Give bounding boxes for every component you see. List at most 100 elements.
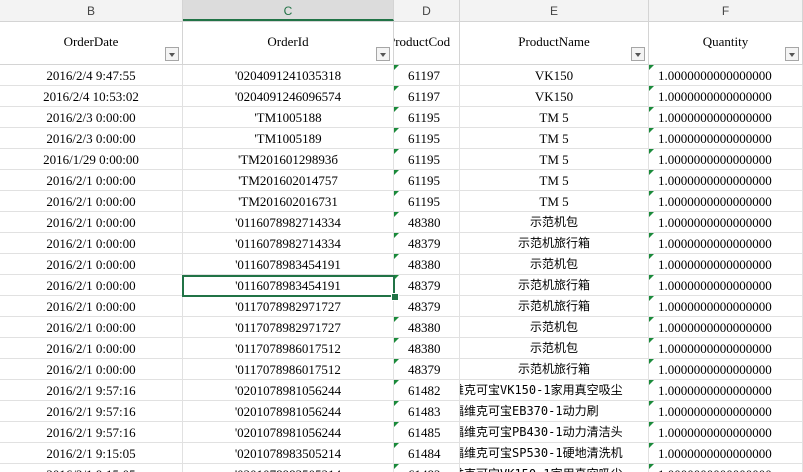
product-name-cell[interactable]: 福维克可宝SP530-1硬地清洗机 bbox=[460, 443, 649, 464]
order-id-cell[interactable]: '0117078982971727 bbox=[183, 296, 394, 317]
product-name-cell[interactable]: 示范机旅行箱 bbox=[460, 233, 649, 254]
quantity-cell[interactable]: 1.0000000000000000 bbox=[649, 233, 803, 254]
order-id-cell[interactable]: '0116078983454191 bbox=[183, 275, 394, 296]
product-code-cell[interactable]: 61485 bbox=[394, 422, 460, 443]
quantity-cell[interactable]: 1.0000000000000000 bbox=[649, 212, 803, 233]
quantity-cell[interactable]: 1.0000000000000000 bbox=[649, 443, 803, 464]
order-id-cell[interactable]: '0201078981056244 bbox=[183, 380, 394, 401]
product-name-cell[interactable]: TM 5 bbox=[460, 191, 649, 212]
quantity-cell[interactable]: 1.0000000000000000 bbox=[649, 170, 803, 191]
quantity-cell[interactable]: 1.0000000000000000 bbox=[649, 296, 803, 317]
order-id-cell[interactable]: '0201078983505214 bbox=[183, 464, 394, 472]
quantity-cell[interactable]: 1.0000000000000000 bbox=[649, 359, 803, 380]
order-id-cell[interactable]: 'TM1005189 bbox=[183, 128, 394, 149]
product-code-cell[interactable]: 61195 bbox=[394, 149, 460, 170]
column-letter-d[interactable]: D bbox=[394, 0, 460, 21]
order-date-cell[interactable]: 2016/2/1 0:00:00 bbox=[0, 338, 183, 359]
header-quantity[interactable]: Quantity bbox=[649, 22, 803, 64]
product-name-cell[interactable]: TM 5 bbox=[460, 107, 649, 128]
filter-dropdown-icon[interactable] bbox=[785, 47, 799, 61]
product-code-cell[interactable]: 48379 bbox=[394, 359, 460, 380]
order-id-cell[interactable]: 'TM1005188 bbox=[183, 107, 394, 128]
product-code-cell[interactable]: 48380 bbox=[394, 317, 460, 338]
order-date-cell[interactable]: 2016/2/1 0:00:00 bbox=[0, 317, 183, 338]
order-date-cell[interactable]: 2016/2/1 9:57:16 bbox=[0, 422, 183, 443]
quantity-cell[interactable]: 1.0000000000000000 bbox=[649, 191, 803, 212]
order-id-cell[interactable]: 'TM201602014757 bbox=[183, 170, 394, 191]
quantity-cell[interactable]: 1.0000000000000000 bbox=[649, 254, 803, 275]
product-name-cell[interactable]: 示范机包 bbox=[460, 212, 649, 233]
order-date-cell[interactable]: 2016/2/1 9:57:16 bbox=[0, 380, 183, 401]
product-code-cell[interactable]: 48379 bbox=[394, 275, 460, 296]
spreadsheet-grid[interactable]: B C D E F OrderDate OrderId ProductCod P… bbox=[0, 0, 803, 472]
order-date-cell[interactable]: 2016/2/3 0:00:00 bbox=[0, 128, 183, 149]
product-code-cell[interactable]: 61483 bbox=[394, 401, 460, 422]
product-name-cell[interactable]: 示范机旅行箱 bbox=[460, 296, 649, 317]
product-code-cell[interactable]: 61482 bbox=[394, 380, 460, 401]
column-letter-b[interactable]: B bbox=[0, 0, 183, 21]
order-date-cell[interactable]: 2016/2/4 10:53:02 bbox=[0, 86, 183, 107]
quantity-cell[interactable]: 1.0000000000000000 bbox=[649, 464, 803, 472]
order-id-cell[interactable]: '0116078982714334 bbox=[183, 212, 394, 233]
column-letter-c[interactable]: C bbox=[183, 0, 394, 21]
quantity-cell[interactable]: 1.0000000000000000 bbox=[649, 149, 803, 170]
order-date-cell[interactable]: 2016/2/4 9:47:55 bbox=[0, 65, 183, 86]
product-name-cell[interactable]: VK150 bbox=[460, 65, 649, 86]
product-code-cell[interactable]: 48380 bbox=[394, 338, 460, 359]
quantity-cell[interactable]: 1.0000000000000000 bbox=[649, 275, 803, 296]
product-code-cell[interactable]: 61195 bbox=[394, 191, 460, 212]
order-id-cell[interactable]: '0117078982971727 bbox=[183, 317, 394, 338]
order-date-cell[interactable]: 2016/2/1 0:00:00 bbox=[0, 170, 183, 191]
order-date-cell[interactable]: 2016/1/29 0:00:00 bbox=[0, 149, 183, 170]
order-date-cell[interactable]: 2016/2/1 0:00:00 bbox=[0, 233, 183, 254]
filter-dropdown-icon[interactable] bbox=[376, 47, 390, 61]
quantity-cell[interactable]: 1.0000000000000000 bbox=[649, 65, 803, 86]
order-date-cell[interactable]: 2016/2/1 0:00:00 bbox=[0, 359, 183, 380]
order-date-cell[interactable]: 2016/2/1 0:00:00 bbox=[0, 296, 183, 317]
product-name-cell[interactable]: 维克可宝VK150-1家用真空吸尘 bbox=[460, 380, 649, 401]
order-id-cell[interactable]: '0117078986017512 bbox=[183, 359, 394, 380]
header-productname[interactable]: ProductName bbox=[460, 22, 649, 64]
product-code-cell[interactable]: 48379 bbox=[394, 296, 460, 317]
product-code-cell[interactable]: 61197 bbox=[394, 86, 460, 107]
order-date-cell[interactable]: 2016/2/1 0:00:00 bbox=[0, 254, 183, 275]
order-date-cell[interactable]: 2016/2/1 0:00:00 bbox=[0, 191, 183, 212]
product-name-cell[interactable]: TM 5 bbox=[460, 170, 649, 191]
column-letter-e[interactable]: E bbox=[460, 0, 649, 21]
order-id-cell[interactable]: '0116078983454191 bbox=[183, 254, 394, 275]
product-name-cell[interactable]: 福维克可宝PB430-1动力清洁头 bbox=[460, 422, 649, 443]
fill-handle[interactable] bbox=[391, 293, 399, 301]
order-id-cell[interactable]: '0116078982714334 bbox=[183, 233, 394, 254]
product-code-cell[interactable]: 61482 bbox=[394, 464, 460, 472]
quantity-cell[interactable]: 1.0000000000000000 bbox=[649, 86, 803, 107]
order-id-cell[interactable]: '0204091241035318 bbox=[183, 65, 394, 86]
order-id-cell[interactable]: 'TM20160129893б bbox=[183, 149, 394, 170]
product-code-cell[interactable]: 48380 bbox=[394, 254, 460, 275]
order-date-cell[interactable]: 2016/2/3 0:00:00 bbox=[0, 107, 183, 128]
order-id-cell[interactable]: '0201078983505214 bbox=[183, 443, 394, 464]
product-name-cell[interactable]: VK150 bbox=[460, 86, 649, 107]
order-date-cell[interactable]: 2016/2/1 0:00:00 bbox=[0, 275, 183, 296]
order-id-cell[interactable]: '0204091246096574 bbox=[183, 86, 394, 107]
product-name-cell[interactable]: 示范机包 bbox=[460, 254, 649, 275]
product-code-cell[interactable]: 48380 bbox=[394, 212, 460, 233]
product-code-cell[interactable]: 61195 bbox=[394, 107, 460, 128]
quantity-cell[interactable]: 1.0000000000000000 bbox=[649, 338, 803, 359]
quantity-cell[interactable]: 1.0000000000000000 bbox=[649, 401, 803, 422]
order-id-cell[interactable]: '0117078986017512 bbox=[183, 338, 394, 359]
column-letter-f[interactable]: F bbox=[649, 0, 803, 21]
product-name-cell[interactable]: 福维克可宝EB370-1动力刷 bbox=[460, 401, 649, 422]
product-name-cell[interactable]: 示范机包 bbox=[460, 317, 649, 338]
filter-dropdown-icon[interactable] bbox=[165, 47, 179, 61]
header-productcode[interactable]: ProductCod bbox=[394, 22, 460, 64]
header-orderdate[interactable]: OrderDate bbox=[0, 22, 183, 64]
product-name-cell[interactable]: TM 5 bbox=[460, 128, 649, 149]
quantity-cell[interactable]: 1.0000000000000000 bbox=[649, 107, 803, 128]
filter-dropdown-icon[interactable] bbox=[631, 47, 645, 61]
quantity-cell[interactable]: 1.0000000000000000 bbox=[649, 422, 803, 443]
product-name-cell[interactable]: 示范机旅行箱 bbox=[460, 359, 649, 380]
order-date-cell[interactable]: 2016/2/1 9:15:05 bbox=[0, 443, 183, 464]
product-name-cell[interactable]: 示范机包 bbox=[460, 338, 649, 359]
product-name-cell[interactable]: TM 5 bbox=[460, 149, 649, 170]
product-code-cell[interactable]: 61195 bbox=[394, 170, 460, 191]
